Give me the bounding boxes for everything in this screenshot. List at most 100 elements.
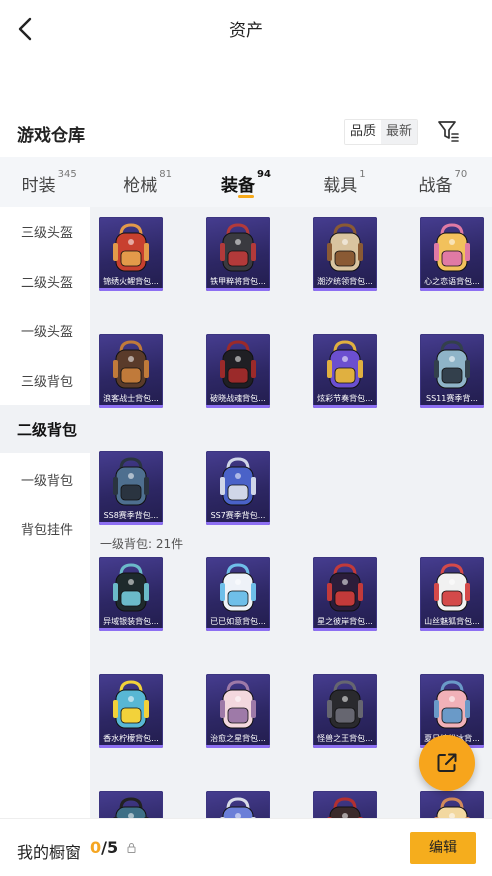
item-card[interactable]	[99, 791, 163, 818]
sidebar-item-backpack-lv3[interactable]: 三级背包	[0, 356, 90, 404]
item-card[interactable]: 破晓战魂背包...	[206, 334, 270, 408]
sidebar-item-helmet-lv3[interactable]: 三级头盔	[0, 207, 90, 255]
item-card[interactable]: 治愈之星背包...	[206, 674, 270, 748]
summer-backpack-icon	[434, 680, 470, 729]
item-card[interactable]: 心之恋语背包...	[420, 217, 484, 291]
section-label-backpack-lv1: 一级背包: 21件	[100, 537, 184, 551]
page-title: 资产	[229, 21, 263, 41]
item-grid: 锦绣火鲤背包... 铁甲粹将背包... 潮汐统领背包... 心之恋语背包... 浪客战士…	[90, 207, 492, 818]
item-card[interactable]: 已已如意背包...	[206, 557, 270, 631]
rarity-stripe	[313, 745, 377, 748]
item-name: 已已如意背包...	[210, 617, 266, 626]
item-name: 怪兽之王背包...	[317, 734, 373, 743]
item-card[interactable]	[206, 791, 270, 818]
showcase-current: 0	[90, 838, 102, 857]
rhythm-backpack-icon	[327, 340, 363, 389]
tab-label: 枪械	[123, 176, 158, 196]
item-card[interactable]: SS8赛季背包...	[99, 451, 163, 525]
filter-button[interactable]	[436, 118, 460, 144]
ronin-backpack-icon	[113, 340, 149, 389]
sort-quality-option[interactable]: 品质	[345, 120, 382, 144]
rarity-stripe	[420, 405, 484, 408]
dawn-backpack-icon	[220, 340, 256, 389]
rarity-stripe	[420, 288, 484, 291]
item-name: SS8赛季背包...	[103, 511, 159, 520]
item-card[interactable]: 异域银装背包...	[99, 557, 163, 631]
tab-vehicles[interactable]: 载具 1	[295, 157, 393, 207]
item-name: 治愈之星背包...	[210, 734, 266, 743]
rarity-stripe	[99, 522, 163, 525]
item-card[interactable]: 香水柠檬背包...	[99, 674, 163, 748]
item-card[interactable]	[313, 791, 377, 818]
item-name: 异域银装背包...	[103, 617, 159, 626]
item-card[interactable]: SS7赛季背包...	[206, 451, 270, 525]
item-name: 浪客战士背包...	[103, 394, 159, 403]
item-name: 锦绣火鲤背包...	[103, 277, 159, 286]
sort-toggle: 品质 最新	[344, 119, 419, 145]
item-card[interactable]: 锦绣火鲤背包...	[99, 217, 163, 291]
item-card[interactable]: 炫彩节奏背包...	[313, 334, 377, 408]
showcase-label: 我的橱窗	[17, 843, 82, 862]
koi-backpack-icon	[113, 223, 149, 272]
sidebar-item-backpack-lv2[interactable]: 二级背包	[0, 405, 90, 453]
edit-button[interactable]: 编辑	[410, 832, 476, 864]
item-name: 星之彼岸背包...	[317, 617, 373, 626]
sort-latest-option[interactable]: 最新	[381, 120, 418, 144]
warehouse-title: 游戏仓库	[17, 126, 85, 146]
star-shore-backpack-icon	[327, 563, 363, 612]
tab-count: 1	[359, 169, 366, 180]
item-name: SS7赛季背包...	[210, 511, 266, 520]
item-card[interactable]: 潮汐统领背包...	[313, 217, 377, 291]
filter-icon	[438, 121, 459, 142]
backpack-icon	[434, 797, 470, 818]
tab-label: 战备	[418, 176, 453, 196]
item-name: 潮汐统领背包...	[317, 277, 373, 286]
item-name: SS11赛季背...	[426, 394, 478, 403]
rarity-stripe	[99, 628, 163, 631]
backpack-icon	[113, 797, 149, 818]
subcategory-sidebar: 三级头盔 二级头盔 一级头盔 三级背包 二级背包 一级背包 背包挂件	[0, 207, 90, 818]
rarity-stripe	[313, 288, 377, 291]
rarity-stripe	[206, 405, 270, 408]
sidebar-item-helmet-lv1[interactable]: 一级头盔	[0, 306, 90, 354]
asset-page: 资产 游戏仓库 品质 最新 时装 345 枪械 81 装备 94 载具 1 战备…	[0, 0, 492, 876]
ss8-backpack-icon	[113, 457, 149, 506]
item-card[interactable]: 山丝魅狐背包...	[420, 557, 484, 631]
tab-label: 时装	[21, 176, 56, 196]
tab-equipment[interactable]: 装备 94	[197, 157, 295, 207]
item-card[interactable]: 星之彼岸背包...	[313, 557, 377, 631]
tab-label: 载具	[323, 176, 358, 196]
rarity-stripe	[206, 745, 270, 748]
tab-label: 装备	[221, 176, 256, 196]
rarity-stripe	[206, 522, 270, 525]
bunny-backpack-icon	[220, 563, 256, 612]
tab-supplies[interactable]: 战备 70	[394, 157, 492, 207]
item-card[interactable]: 浪客战士背包...	[99, 334, 163, 408]
rarity-stripe	[99, 288, 163, 291]
item-name: 心之恋语背包...	[424, 277, 480, 286]
backpack-icon	[220, 797, 256, 818]
item-card[interactable]: SS11赛季背...	[420, 334, 484, 408]
rarity-stripe	[206, 628, 270, 631]
item-name: 铁甲粹将背包...	[210, 277, 266, 286]
item-card[interactable]	[420, 791, 484, 818]
tab-weapons[interactable]: 枪械 81	[98, 157, 196, 207]
item-card[interactable]: 铁甲粹将背包...	[206, 217, 270, 291]
exotic-backpack-icon	[113, 563, 149, 612]
rarity-stripe	[206, 288, 270, 291]
sidebar-item-helmet-lv2[interactable]: 二级头盔	[0, 257, 90, 305]
tab-count: 94	[257, 169, 271, 180]
share-button[interactable]	[419, 735, 475, 791]
tab-fashion[interactable]: 时装 345	[0, 157, 98, 207]
star-backpack-icon	[434, 223, 470, 272]
category-tabs: 时装 345 枪械 81 装备 94 载具 1 战备 70	[0, 157, 492, 207]
item-name: 山丝魅狐背包...	[424, 617, 480, 626]
healing-star-backpack-icon	[220, 680, 256, 729]
lock-icon	[127, 843, 136, 853]
share-icon	[437, 753, 457, 772]
active-tab-indicator	[238, 195, 255, 198]
top-bar: 资产	[0, 0, 492, 58]
sidebar-item-backpack-lv1[interactable]: 一级背包	[0, 455, 90, 503]
sidebar-item-backpack-pendant[interactable]: 背包挂件	[0, 504, 90, 552]
item-card[interactable]: 怪兽之王背包...	[313, 674, 377, 748]
